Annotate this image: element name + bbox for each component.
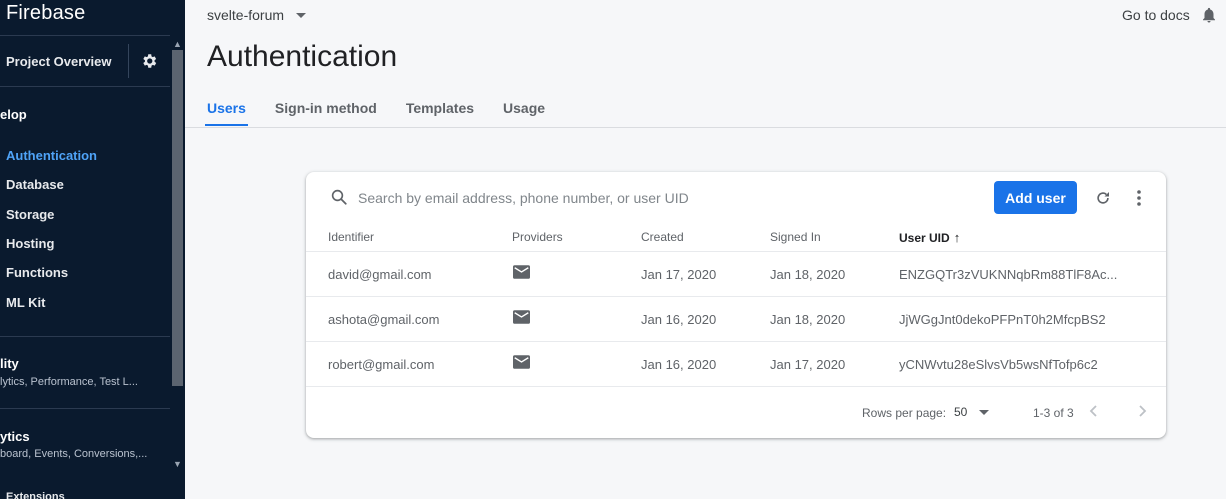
table-footer-divider xyxy=(306,386,1166,387)
page-title: Authentication xyxy=(207,40,398,73)
sidebar-item-storage[interactable]: Storage xyxy=(6,207,54,222)
search-input[interactable] xyxy=(358,187,958,209)
users-table-card: Add user Identifier Providers Created Si… xyxy=(306,172,1166,438)
extensions-section-title[interactable]: Extensions xyxy=(6,491,65,499)
cell-user-uid: JjWGgJnt0dekoPFPnT0h2MfcpBS2 xyxy=(899,312,1106,327)
cell-signed-in: Jan 18, 2020 xyxy=(770,312,846,327)
go-to-docs-link[interactable]: Go to docs xyxy=(1122,7,1190,23)
mail-icon xyxy=(513,265,530,279)
table-row[interactable]: david@gmail.com Jan 17, 2020 Jan 18, 202… xyxy=(306,251,1166,296)
column-header-user-uid[interactable]: User UID ↑ xyxy=(899,230,960,245)
quality-section-subtitle: lytics, Performance, Test L... xyxy=(0,376,138,388)
cell-identifier: ashota@gmail.com xyxy=(328,312,440,327)
project-name: svelte-forum xyxy=(207,7,285,23)
analytics-section-subtitle: board, Events, Conversions,... xyxy=(0,448,148,460)
sidebar-item-ml-kit[interactable]: ML Kit xyxy=(6,295,45,310)
add-user-button[interactable]: Add user xyxy=(994,181,1077,214)
sidebar-divider xyxy=(0,408,170,409)
sidebar-divider xyxy=(0,35,170,36)
tab-users[interactable]: Users xyxy=(205,100,248,126)
tab-usage[interactable]: Usage xyxy=(503,100,545,126)
search-icon xyxy=(331,189,347,205)
table-row[interactable]: robert@gmail.com Jan 16, 2020 Jan 17, 20… xyxy=(306,341,1166,386)
sidebar-divider xyxy=(0,86,170,87)
sidebar-item-functions[interactable]: Functions xyxy=(6,265,68,280)
chevron-left-icon[interactable] xyxy=(1087,403,1101,419)
scroll-down-icon[interactable]: ▼ xyxy=(172,459,183,469)
tabs-divider xyxy=(185,127,1226,128)
develop-section-title[interactable]: elop xyxy=(0,107,27,122)
chevron-down-icon xyxy=(979,409,990,415)
sidebar: Firebase Project Overview elop Authentic… xyxy=(0,0,185,499)
column-header-user-uid-label: User UID xyxy=(899,231,950,245)
tab-templates[interactable]: Templates xyxy=(406,100,474,126)
tab-sign-in-method[interactable]: Sign-in method xyxy=(275,100,377,126)
cell-signed-in: Jan 17, 2020 xyxy=(770,357,846,372)
rows-per-page-select[interactable]: 50 xyxy=(954,405,990,419)
scroll-up-icon[interactable]: ▲ xyxy=(172,39,183,49)
sidebar-separator xyxy=(128,44,129,78)
bell-icon[interactable] xyxy=(1200,5,1218,25)
rows-per-page-value: 50 xyxy=(954,405,968,419)
quality-section-title[interactable]: lity xyxy=(0,356,19,371)
sidebar-scrollbar-thumb[interactable] xyxy=(172,50,183,386)
sidebar-divider xyxy=(0,336,170,337)
cell-created: Jan 16, 2020 xyxy=(641,312,717,327)
analytics-section-title[interactable]: ytics xyxy=(0,429,30,444)
sort-ascending-icon: ↑ xyxy=(953,230,961,245)
column-header-providers[interactable]: Providers xyxy=(512,230,563,244)
column-header-identifier[interactable]: Identifier xyxy=(328,230,374,244)
table-row[interactable]: ashota@gmail.com Jan 16, 2020 Jan 18, 20… xyxy=(306,296,1166,341)
sidebar-item-authentication[interactable]: Authentication xyxy=(6,148,97,163)
cell-created: Jan 16, 2020 xyxy=(641,357,717,372)
mail-icon xyxy=(513,355,530,369)
sidebar-item-database[interactable]: Database xyxy=(6,177,64,192)
chevron-right-icon[interactable] xyxy=(1135,403,1149,419)
project-selector[interactable]: svelte-forum xyxy=(207,7,307,23)
cell-user-uid: ENZGQTr3zVUKNNqbRm88TlF8Ac... xyxy=(899,267,1118,282)
column-header-signed-in[interactable]: Signed In xyxy=(770,230,821,244)
chevron-down-icon xyxy=(296,12,307,18)
cell-created: Jan 17, 2020 xyxy=(641,267,717,282)
sidebar-item-hosting[interactable]: Hosting xyxy=(6,236,54,251)
cell-signed-in: Jan 18, 2020 xyxy=(770,267,846,282)
more-vert-icon[interactable] xyxy=(1132,189,1146,207)
rows-per-page-label: Rows per page: xyxy=(862,406,947,420)
column-header-created[interactable]: Created xyxy=(641,230,684,244)
cell-user-uid: yCNWvtu28eSlvsVb5wsNfTofp6c2 xyxy=(899,357,1098,372)
refresh-icon[interactable] xyxy=(1094,189,1112,207)
mail-icon xyxy=(513,310,530,324)
gear-icon[interactable] xyxy=(140,52,158,70)
firebase-logo-text[interactable]: Firebase xyxy=(6,2,85,25)
cell-identifier: robert@gmail.com xyxy=(328,357,435,372)
project-overview-link[interactable]: Project Overview xyxy=(6,54,112,69)
pagination-range: 1-3 of 3 xyxy=(1033,406,1074,420)
auth-tabs: Users Sign-in method Templates Usage xyxy=(205,100,574,126)
cell-identifier: david@gmail.com xyxy=(328,267,432,282)
